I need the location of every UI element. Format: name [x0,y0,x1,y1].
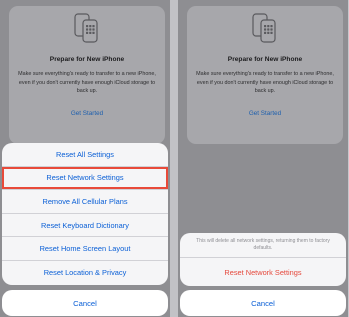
get-started-link[interactable]: Get Started [9,110,165,117]
prepare-card: Prepare for New iPhone Make sure everyth… [9,6,165,144]
cancel-button[interactable]: Cancel [180,290,346,316]
screen-divider [170,0,178,317]
card-description: Make sure everything's ready to transfer… [18,71,156,94]
cancel-button[interactable]: Cancel [2,290,168,316]
reset-all-settings-button[interactable]: Reset All Settings [2,143,168,167]
confirm-reset-network-settings-button[interactable]: Reset Network Settings [180,258,346,286]
reset-network-settings-button[interactable]: Reset Network Settings [2,167,168,191]
reset-home-screen-layout-button[interactable]: Reset Home Screen Layout [2,237,168,261]
reset-keyboard-dictionary-button[interactable]: Reset Keyboard Dictionary [2,214,168,238]
right-screen: Prepare for New iPhone Make sure everyth… [178,0,348,317]
phone-transfer-icon [74,13,98,43]
left-screen: Prepare for New iPhone Make sure everyth… [0,0,170,317]
phone-transfer-icon [252,13,276,43]
card-title: Prepare for New iPhone [49,56,125,63]
reset-action-sheet: Reset All Settings Reset Network Setting… [2,143,168,285]
confirm-message: This will delete all network settings, r… [180,233,346,258]
confirm-action-sheet: This will delete all network settings, r… [180,233,346,286]
card-description: Make sure everything's ready to transfer… [196,71,334,94]
reset-location-privacy-button[interactable]: Reset Location & Privacy [2,261,168,285]
card-title: Prepare for New iPhone [227,56,303,63]
remove-cellular-plans-button[interactable]: Remove All Cellular Plans [2,190,168,214]
prepare-card: Prepare for New iPhone Make sure everyth… [187,6,343,144]
get-started-link[interactable]: Get Started [187,110,343,117]
screenshot-root: Prepare for New iPhone Make sure everyth… [0,0,349,317]
